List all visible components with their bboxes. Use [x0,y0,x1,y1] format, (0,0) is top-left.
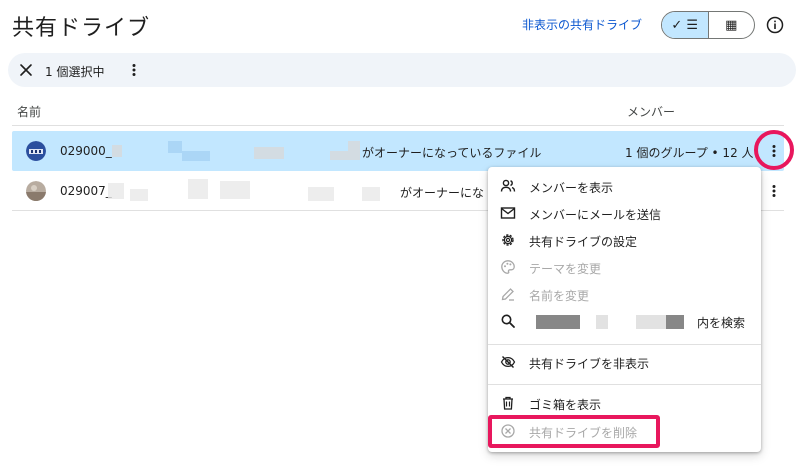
list-view-button[interactable]: ✓ ☰ [662,12,709,38]
more-vert-icon[interactable] [126,62,142,78]
redacted-text [636,315,666,329]
redacted-text [168,141,182,153]
menu-divider [488,344,761,345]
redacted-text [362,187,380,201]
drive-name: 029007_ [60,184,112,198]
redacted-text [254,147,284,159]
redacted-text [330,151,348,160]
redacted-text [182,151,210,161]
menu-item-change-theme: テーマを変更 [488,254,761,281]
mail-icon [500,207,516,219]
gear-icon [502,234,514,246]
menu-item-label: メンバーにメールを送信 [529,208,662,222]
drive-name-suffix: がオーナーになっているファイル [362,146,542,160]
redacted-text [220,181,250,199]
column-header-members: メンバー [627,105,676,119]
redacted-text [308,187,334,201]
grid-view-button[interactable]: ▦ [709,12,755,38]
drive-avatar [26,181,46,201]
page-title: 共有ドライブ [12,16,151,41]
menu-item-label: 名前を変更 [529,289,590,303]
redacted-text [188,179,208,199]
menu-item-label: ゴミ箱を表示 [529,398,602,412]
redacted-text [596,315,608,329]
redacted-text [108,183,124,199]
selection-count: 1 個選択中 [45,65,105,79]
annotation-highlight [754,130,794,170]
menu-item-label: メンバーを表示 [529,181,614,195]
table-row[interactable]: 029000_ がオーナーになっているファイル 1 個のグループ • 12 人 [12,131,784,171]
menu-item-drive-settings[interactable]: 共有ドライブの設定 [488,227,761,254]
redacted-text [112,145,122,157]
more-vert-icon[interactable] [766,183,782,199]
menu-item-email-members[interactable]: メンバーにメールを送信 [488,200,761,227]
menu-item-label: 共有ドライブの設定 [529,235,638,249]
palette-icon [501,260,515,274]
drive-name: 029000_ [60,144,112,158]
menu-item-label: テーマを変更 [529,262,602,276]
context-menu: メンバーを表示 メンバーにメールを送信 共有ドライブの設定 テーマを変更 名前を… [488,167,761,452]
search-icon [501,314,515,328]
menu-item-rename: 名前を変更 [488,281,761,308]
pencil-icon [501,288,514,301]
trash-icon [503,396,513,410]
info-icon[interactable] [766,16,784,34]
menu-item-search-within[interactable]: 内を検索 [488,308,761,335]
close-icon[interactable] [18,62,34,78]
hidden-shared-drives-link[interactable]: 非表示の共有ドライブ [522,16,642,33]
menu-item-label: 共有ドライブを非表示 [529,357,650,371]
drive-members: 1 個のグループ • 12 人 [625,146,754,160]
redacted-text [666,315,684,329]
menu-item-view-members[interactable]: メンバーを表示 [488,173,761,200]
view-toggle: ✓ ☰ ▦ [661,11,755,39]
people-icon [500,179,516,192]
redacted-text [130,189,148,201]
header-divider [12,125,784,126]
menu-item-label: 内を検索 [697,316,746,330]
redacted-text [536,315,580,329]
drive-name-suffix: がオーナーにな [400,186,485,200]
annotation-highlight [488,415,660,448]
column-header-name[interactable]: 名前 [17,103,41,120]
menu-item-view-trash[interactable]: ゴミ箱を表示 [488,390,761,417]
selection-bar: 1 個選択中 [8,53,796,87]
drive-avatar [26,141,46,161]
menu-divider [488,384,761,385]
menu-item-hide-drive[interactable]: 共有ドライブを非表示 [488,349,761,376]
redacted-text [348,141,360,160]
eye-off-icon [500,356,516,368]
